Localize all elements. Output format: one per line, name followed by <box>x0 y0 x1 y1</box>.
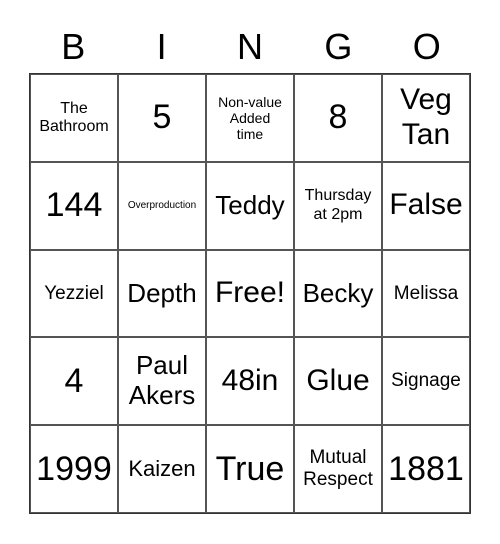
bingo-cell-text: Overproduction <box>127 199 197 211</box>
bingo-cell[interactable]: Thursday at 2pm <box>294 161 382 250</box>
bingo-cell[interactable]: 1999 <box>30 425 118 513</box>
bingo-cell[interactable]: Depth <box>118 249 206 338</box>
bingo-cell-text: 4 <box>64 361 84 400</box>
bingo-cell-text: Mutual Respect <box>303 447 373 491</box>
bingo-cell-text: Veg Tan <box>400 83 452 151</box>
bingo-header: B I N G O <box>29 22 471 72</box>
bingo-cell[interactable]: Mutual Respect <box>294 425 382 513</box>
bingo-cell-text: Kaizen <box>128 456 196 482</box>
bingo-cell[interactable]: Veg Tan <box>382 74 470 162</box>
bingo-grid: The Bathroom 5 Non-value Added time 8 Veg Ta… <box>29 73 471 514</box>
bingo-cell-text: Non-value Added time <box>218 93 282 142</box>
header-letter-o: O <box>412 26 441 67</box>
header-letter-i: I <box>156 26 167 67</box>
bingo-cell-text: Thursday at 2pm <box>304 187 372 223</box>
bingo-cell-free[interactable]: Free! <box>206 249 294 338</box>
bingo-cell[interactable]: 8 <box>294 74 382 162</box>
bingo-cell-text: The Bathroom <box>39 99 109 135</box>
bingo-cell[interactable]: The Bathroom <box>30 74 118 162</box>
bingo-cell[interactable]: True <box>206 425 294 513</box>
bingo-cell-text: Becky <box>302 277 374 308</box>
bingo-cell-text: Melissa <box>393 282 459 304</box>
bingo-cell[interactable]: Glue <box>294 337 382 426</box>
bingo-cell-text: Paul Akers <box>128 350 196 411</box>
bingo-cell[interactable]: False <box>382 161 470 250</box>
bingo-cell-text: True <box>215 449 285 488</box>
bingo-cell-text: 5 <box>152 98 172 137</box>
header-letter-g: G <box>324 26 353 67</box>
bingo-cell-text: Yezziel <box>44 282 104 304</box>
bingo-cell[interactable]: Signage <box>382 337 470 426</box>
bingo-cell-text: 1881 <box>388 449 464 488</box>
bingo-cell-text: Free! <box>214 276 286 310</box>
bingo-cell-text: 144 <box>45 186 103 225</box>
bingo-cell[interactable]: 5 <box>118 74 206 162</box>
bingo-cell-text: 1999 <box>36 449 112 488</box>
bingo-cell[interactable]: 1881 <box>382 425 470 513</box>
header-letter-n: N <box>236 26 263 67</box>
bingo-cell[interactable]: Kaizen <box>118 425 206 513</box>
bingo-cell[interactable]: Melissa <box>382 249 470 338</box>
bingo-cell[interactable]: Teddy <box>206 161 294 250</box>
bingo-cell-text: Glue <box>306 364 370 398</box>
bingo-cell[interactable]: Becky <box>294 249 382 338</box>
bingo-cell[interactable]: Non-value Added time <box>206 74 294 162</box>
bingo-cell[interactable]: 48in <box>206 337 294 426</box>
bingo-cell-text: Teddy <box>215 189 285 220</box>
bingo-cell-text: False <box>389 188 463 222</box>
bingo-cell-text: Depth <box>127 277 197 308</box>
bingo-cell[interactable]: 4 <box>30 337 118 426</box>
header-letter-b: B <box>61 26 86 67</box>
bingo-cell[interactable]: Yezziel <box>30 249 118 338</box>
bingo-cell-text: 8 <box>328 98 348 137</box>
bingo-cell-text: Signage <box>391 370 461 392</box>
bingo-cell[interactable]: Paul Akers <box>118 337 206 426</box>
bingo-cell-text: 48in <box>221 364 279 398</box>
bingo-cell[interactable]: 144 <box>30 161 118 250</box>
bingo-cell[interactable]: Overproduction <box>118 161 206 250</box>
